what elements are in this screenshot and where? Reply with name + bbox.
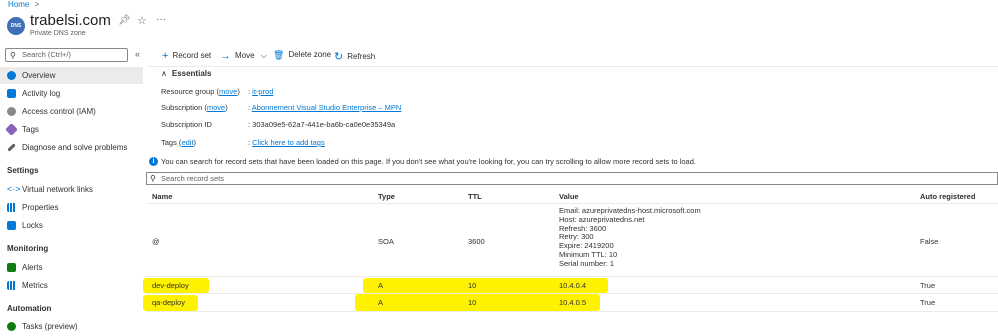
record-type: A [378,281,384,290]
sidebar-item-virtual-network-links[interactable]: <·> Virtual network links [0,181,143,198]
arrow-right-icon: → [220,50,231,62]
record-value: Email: azureprivatedns-host.microsoft.co… [559,206,701,268]
overview-icon [7,71,16,80]
page-title: trabelsi.com [30,12,111,29]
sidebar-item-properties[interactable]: Properties [0,199,143,216]
subscription-id-label: Subscription ID [161,120,212,129]
record-ttl: 10 [468,281,477,290]
subscription-label: Subscription (move) [161,103,228,112]
record-auto-registered: True [920,298,936,307]
tags-label: Tags (edit) [161,138,197,147]
sidebar-item-activity-log[interactable]: Activity log [0,85,143,102]
properties-icon [7,203,16,212]
record-type: A [378,298,384,307]
record-name[interactable]: @ [152,237,160,246]
activity-log-icon [7,89,16,98]
page-subtitle: Private DNS zone [30,30,86,37]
people-icon [7,107,16,116]
record-value: 10.4.0.4 [559,281,587,290]
chevron-right-icon: > [34,0,40,9]
add-tags-link[interactable]: Click here to add tags [252,138,325,147]
record-auto-registered: False [920,237,939,246]
sidebar-item-overview[interactable]: Overview [0,67,143,84]
record-auto-registered: True [920,281,936,290]
essentials-toggle[interactable]: ∧ Essentials [161,69,211,78]
row-divider [146,276,998,277]
subscription-link[interactable]: Abonnement Visual Studio Enterprise – MP… [252,103,402,112]
link-icon: <·> [7,184,21,194]
delete-zone-button[interactable]: 🗑︎ Delete zone [273,49,331,60]
chevron-down-icon: ⌵ [260,51,267,60]
sidebar-search-input[interactable]: ⚲ Search (Ctrl+/) [5,48,128,62]
sidebar-item-alerts[interactable]: Alerts [0,259,143,276]
resource-group-link[interactable]: it-prod [252,87,273,96]
alerts-icon [7,263,16,272]
plus-icon: + [162,50,169,62]
record-name[interactable]: dev-deploy [152,281,189,290]
column-header-value[interactable]: Value [559,192,579,201]
sidebar-item-tags[interactable]: Tags [0,121,143,138]
tag-icon [5,123,18,136]
trash-icon: 🗑︎ [273,50,285,60]
collapse-sidebar-icon[interactable]: « [135,49,140,59]
column-header-auto-registered[interactable]: Auto registered [920,192,975,201]
dns-zone-icon: DNS [7,17,25,35]
column-header-type[interactable]: Type [378,192,395,201]
record-type: SOA [378,237,394,246]
search-icon: ⚲ [10,51,16,60]
breadcrumb: Home > [8,0,39,9]
sidebar-item-tasks[interactable]: Tasks (preview) [0,318,143,335]
refresh-button[interactable]: ↻ Refresh [334,49,375,63]
search-icon: ⚲ [150,174,156,183]
lock-icon [7,221,16,230]
subscription-move-link[interactable]: move [207,103,225,112]
sidebar-section-automation: Automation [7,304,52,313]
pin-icon[interactable]: 📌︎ [118,15,131,26]
toolbar-divider [148,66,998,67]
info-message: i You can search for record sets that ha… [146,155,998,168]
tags-edit-link[interactable]: edit [181,138,193,147]
record-value: 10.4.0.5 [559,298,587,307]
sidebar-item-access-control[interactable]: Access control (IAM) [0,103,143,120]
subscription-id-value: 303a09e5-62a7-441e-ba6b-ca0e0e35349a [252,120,396,129]
chevron-up-icon: ∧ [161,69,167,78]
row-divider [146,293,998,294]
add-record-set-button[interactable]: + Record set [162,49,211,62]
record-sets-search-input[interactable]: ⚲ Search record sets [146,172,998,185]
record-ttl: 3600 [468,237,485,246]
column-header-ttl[interactable]: TTL [468,192,482,201]
record-name[interactable]: qa-deploy [152,298,185,307]
column-header-name[interactable]: Name [152,192,172,201]
metrics-icon [7,281,16,290]
resource-group-label: Resource group (move) [161,87,240,96]
sidebar-section-monitoring: Monitoring [7,244,49,253]
sidebar-item-metrics[interactable]: Metrics [0,277,143,294]
sidebar-item-locks[interactable]: Locks [0,217,143,234]
refresh-icon: ↻ [334,51,344,63]
move-button[interactable]: → Move ⌵ [220,49,267,62]
star-icon[interactable]: ☆ [137,14,147,27]
wrench-icon [7,143,16,152]
row-divider [146,311,998,312]
tasks-icon [7,322,16,331]
sidebar-item-diagnose[interactable]: Diagnose and solve problems [0,139,143,156]
sidebar-section-settings: Settings [7,166,39,175]
info-icon: i [149,157,158,166]
record-ttl: 10 [468,298,477,307]
more-options-icon[interactable]: ··· [156,14,166,25]
breadcrumb-home-link[interactable]: Home [8,0,29,9]
resource-group-move-link[interactable]: move [219,87,237,96]
